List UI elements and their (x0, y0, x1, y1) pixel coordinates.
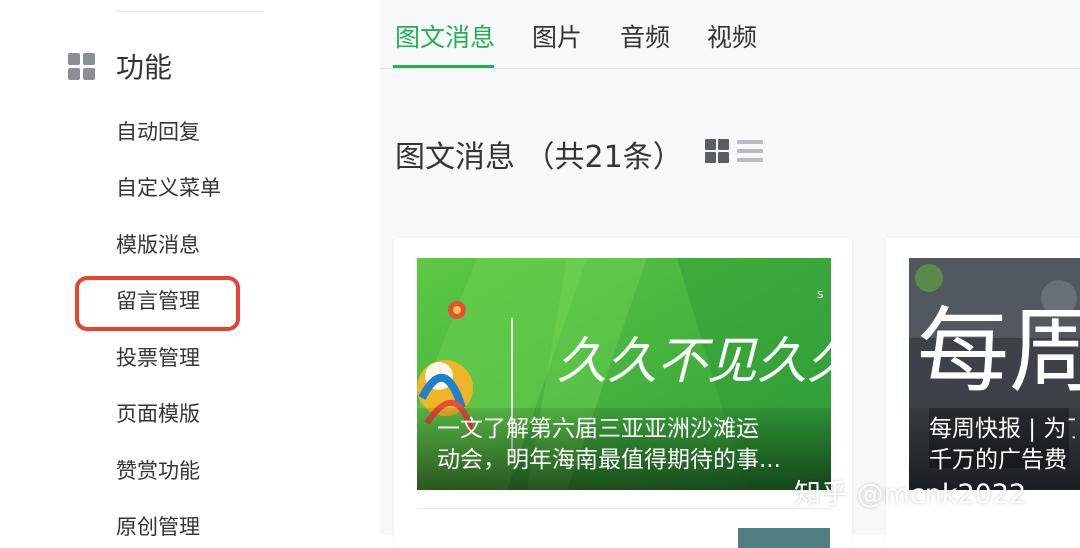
highlight-box (75, 276, 240, 331)
card-footer-thumbnail (738, 528, 830, 548)
list-view-icon[interactable] (737, 140, 763, 162)
sidebar-item-reward-feature[interactable]: 赞赏功能 (116, 456, 200, 486)
article-cover-image: 久久不见久久见 S 一文了解第六届三亚亚洲沙滩运 动会，明年海南最值得期待的事.… (417, 258, 831, 490)
article-title-line2: 动会，明年海南最值得期待的事... (437, 447, 781, 473)
article-title-line1: 一文了解第六届三亚亚洲沙滩运 (437, 416, 759, 442)
cover-slogan: 久久不见久久见 (557, 332, 831, 390)
grid-view-icon[interactable] (705, 139, 729, 163)
tab-articles[interactable]: 图文消息 (395, 18, 495, 54)
tab-audio[interactable]: 音频 (620, 18, 670, 54)
article-title-line1: 每周快报 | 为了 (929, 416, 1075, 442)
article-title: 每周快报 | 为了 千万的广告费 (929, 414, 1075, 476)
sidebar-item-auto-reply[interactable]: 自动回复 (116, 117, 200, 147)
page-title: 图文消息 （共21条） (395, 140, 683, 175)
tab-bar: 图文消息 图片 音频 视频 (380, 0, 1080, 69)
sidebar-section-title: 功能 (116, 51, 173, 84)
svg-text:S: S (817, 290, 823, 301)
article-card[interactable]: 久久不见久久见 S 一文了解第六届三亚亚洲沙滩运 动会，明年海南最值得期待的事.… (394, 238, 852, 548)
cover-slogan: 每周 (917, 298, 1080, 405)
sidebar: 功能 自动回复 自定义菜单 模版消息 留言管理 投票管理 页面模版 赞赏功能 原… (0, 0, 380, 539)
divider (417, 508, 831, 509)
sidebar-item-custom-menu[interactable]: 自定义菜单 (116, 173, 221, 203)
sidebar-item-template-messages[interactable]: 模版消息 (116, 230, 200, 260)
tab-images[interactable]: 图片 (532, 18, 582, 54)
sidebar-item-original-management[interactable]: 原创管理 (116, 512, 200, 542)
tab-video[interactable]: 视频 (707, 18, 757, 54)
article-cover-image: 每周 每周快报 | 为了 千万的广告费 (909, 258, 1080, 490)
sidebar-item-vote-management[interactable]: 投票管理 (116, 343, 200, 373)
main-content: 图文消息 图片 音频 视频 图文消息 （共21条） 久久不见久 S 一文了解第六… (380, 0, 1080, 548)
grid-icon (68, 53, 95, 80)
watermark: 知乎 @mcnk2022 (794, 479, 1027, 510)
sidebar-item-page-templates[interactable]: 页面模版 (116, 399, 200, 429)
divider (116, 11, 264, 12)
sidebar-section-header: 功能 (68, 46, 172, 86)
article-title: 一文了解第六届三亚亚洲沙滩运 动会，明年海南最值得期待的事... (437, 414, 817, 476)
active-tab-indicator (393, 65, 494, 68)
